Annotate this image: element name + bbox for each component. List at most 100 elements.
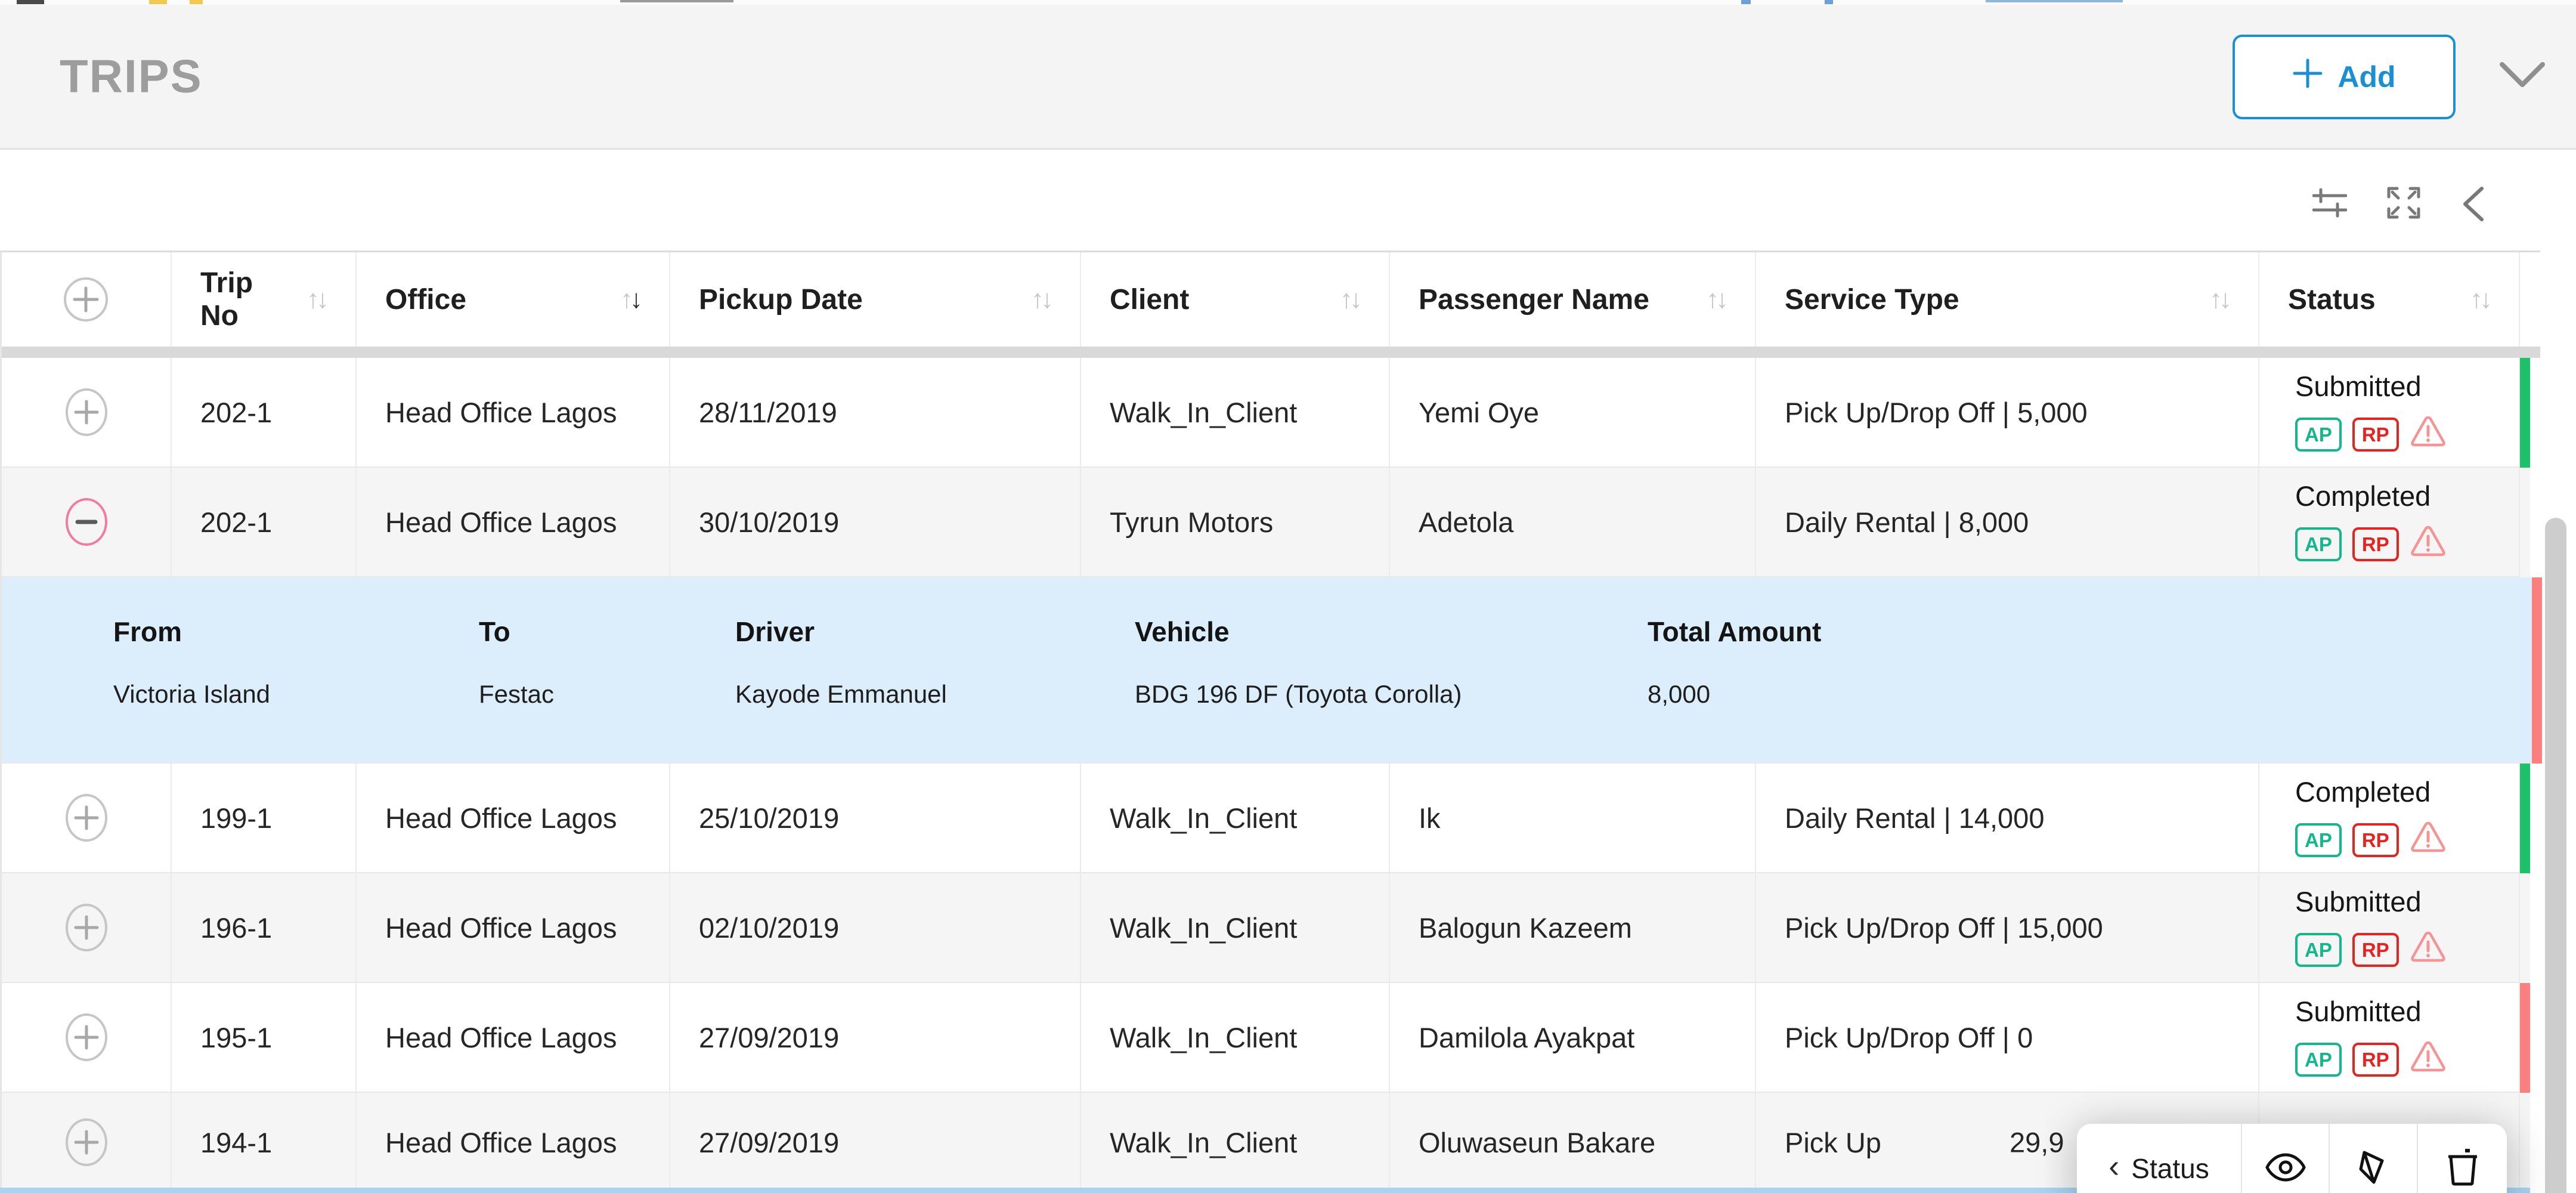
expand-row-icon <box>63 1012 110 1062</box>
cell-client: Walk_In_Client <box>1081 1093 1390 1193</box>
cell-office: Head Office Lagos <box>357 358 670 468</box>
ap-badge: AP <box>2295 1043 2342 1077</box>
status-text: Submitted <box>2295 370 2422 403</box>
detail-field-vehicle: VehicleBDG 196 DF (Toyota Corolla) <box>1135 616 1230 648</box>
status-action-label: Status <box>2131 1152 2209 1185</box>
ap-badge: AP <box>2295 527 2342 561</box>
row-status-bar-green <box>2520 873 2530 983</box>
add-button-label: Add <box>2337 60 2395 94</box>
chevron-down-icon[interactable] <box>2497 58 2547 95</box>
detail-field-to: ToFestac <box>479 616 510 648</box>
cell-pickup-date: 25/10/2019 <box>670 764 1081 873</box>
pencil-icon <box>2356 1149 2391 1189</box>
rp-badge: RP <box>2352 1043 2399 1077</box>
status-text: Submitted <box>2295 995 2422 1028</box>
cell-trip-no: 199-1 <box>172 764 357 873</box>
filter-settings-icon[interactable] <box>2312 186 2347 222</box>
cell-passenger: Yemi Oye <box>1390 358 1756 468</box>
warning-icon <box>2410 524 2447 558</box>
sort-icon: ↑↓ <box>1324 285 1359 314</box>
expand-row-button[interactable] <box>2 1093 172 1193</box>
row-status-bar-green <box>2520 1093 2530 1193</box>
cell-office: Head Office Lagos <box>357 764 670 873</box>
top-edge-fragment <box>620 0 733 2</box>
expand-row-icon <box>63 387 110 437</box>
cell-office: Head Office Lagos <box>357 873 670 983</box>
warning-icon <box>2410 415 2447 455</box>
cell-service-type: Daily Rental | 14,000 <box>1756 764 2259 873</box>
detail-field-driver: DriverKayode Emmanuel <box>735 616 815 648</box>
vertical-scrollbar-thumb[interactable] <box>2545 518 2566 1193</box>
cell-service-type: Pick Up/Drop Off | 5,000 <box>1756 358 2259 468</box>
cell-pickup-date: 30/10/2019 <box>670 468 1081 577</box>
top-edge-fragment <box>17 0 44 4</box>
edit-button[interactable] <box>2329 1124 2417 1193</box>
row-status-bar-red <box>2532 577 2542 764</box>
trip-row-202-1: 202-1Head Office Lagos28/11/2019Walk_In_… <box>2 358 2540 468</box>
warning-icon <box>2410 820 2447 860</box>
expand-row-button[interactable] <box>2 358 172 468</box>
cell-trip-no: 202-1 <box>172 468 357 577</box>
rp-badge: RP <box>2352 933 2399 967</box>
trash-icon <box>2447 1148 2478 1189</box>
header-select-all[interactable] <box>2 252 172 347</box>
cell-status: Submitted AP RP <box>2259 983 2520 1093</box>
sort-icon: ↑↓ <box>291 285 326 314</box>
cell-client: Walk_In_Client <box>1081 358 1390 468</box>
column-header-service-type[interactable]: Service Type ↑↓ <box>1756 252 2259 347</box>
row-status-bar-red <box>2520 468 2530 577</box>
column-header-pickup-date[interactable]: Pickup Date ↑↓ <box>670 252 1081 347</box>
detail-field-total-amount: Total Amount8,000 <box>1648 616 1821 648</box>
trip-row-202-1: 202-1Head Office Lagos30/10/2019Tyrun Mo… <box>2 468 2540 577</box>
collapse-row-icon <box>63 497 110 547</box>
expand-row-button[interactable] <box>2 873 172 983</box>
cell-trip-no: 196-1 <box>172 873 357 983</box>
rp-badge: RP <box>2352 418 2399 452</box>
cell-status: CompletedAPRP <box>2259 468 2520 577</box>
plus-circle-icon <box>63 276 109 323</box>
warning-icon <box>2410 930 2447 963</box>
cell-service-type: Daily Rental | 8,000 <box>1756 468 2259 577</box>
status-text: Submitted <box>2295 885 2422 918</box>
chevron-left-icon[interactable] <box>2462 186 2485 225</box>
expand-row-icon <box>63 903 110 953</box>
detail-field-from: FromVictoria Island <box>113 616 182 648</box>
collapse-row-button[interactable] <box>2 468 172 577</box>
status-action-button[interactable]: ‹ Status <box>2077 1124 2241 1193</box>
view-button[interactable] <box>2241 1124 2329 1193</box>
expanded-trip-detail: FromVictoria Island ToFestac DriverKayode … <box>2 577 2540 764</box>
column-header-status[interactable]: Status ↑↓ <box>2259 252 2520 347</box>
add-button[interactable]: Add <box>2233 35 2456 119</box>
fullscreen-icon[interactable] <box>2386 186 2421 222</box>
column-header-passenger-name[interactable]: Passenger Name ↑↓ <box>1390 252 1756 347</box>
cell-trip-no: 194-1 <box>172 1093 357 1193</box>
row-status-bar-green <box>2520 764 2530 873</box>
expand-row-button[interactable] <box>2 983 172 1093</box>
plus-icon <box>2292 58 2323 96</box>
expand-row-button[interactable] <box>2 764 172 873</box>
cell-client: Walk_In_Client <box>1081 873 1390 983</box>
top-edge-fragment <box>149 0 167 4</box>
cell-status: SubmittedAPRP <box>2259 358 2520 468</box>
top-edge-fragment <box>1825 0 1833 4</box>
column-header-office[interactable]: Office ↑↓ <box>357 252 670 347</box>
delete-button[interactable] <box>2417 1124 2507 1193</box>
trips-page: TRIPS Add <box>0 0 2576 1193</box>
page-title: TRIPS <box>60 50 203 104</box>
column-header-trip-no[interactable]: Trip No ↑↓ <box>172 252 357 347</box>
row-status-bar-red <box>2520 983 2530 1093</box>
status-badges: AP RP <box>2295 1040 2447 1080</box>
column-header-client[interactable]: Client ↑↓ <box>1081 252 1390 347</box>
table-header-row: Trip No ↑↓ Office ↑↓ Pickup Date ↑↓ Clie… <box>2 252 2540 347</box>
sort-icon: ↑↓ <box>1015 285 1050 314</box>
rp-badge: RP <box>2352 527 2399 561</box>
cell-service-type: Pick Up/Drop Off | 0 <box>1756 983 2259 1093</box>
row-status-bar-green <box>2520 358 2530 468</box>
top-edge-fragment <box>190 0 203 4</box>
cell-pickup-date: 02/10/2019 <box>670 873 1081 983</box>
page-header: TRIPS Add <box>0 5 2576 150</box>
sort-icon: ↑↓ <box>2454 285 2489 314</box>
top-edge-fragment <box>1986 0 2123 2</box>
cell-status: CompletedAPRP <box>2259 764 2520 873</box>
warning-icon <box>2410 524 2447 564</box>
